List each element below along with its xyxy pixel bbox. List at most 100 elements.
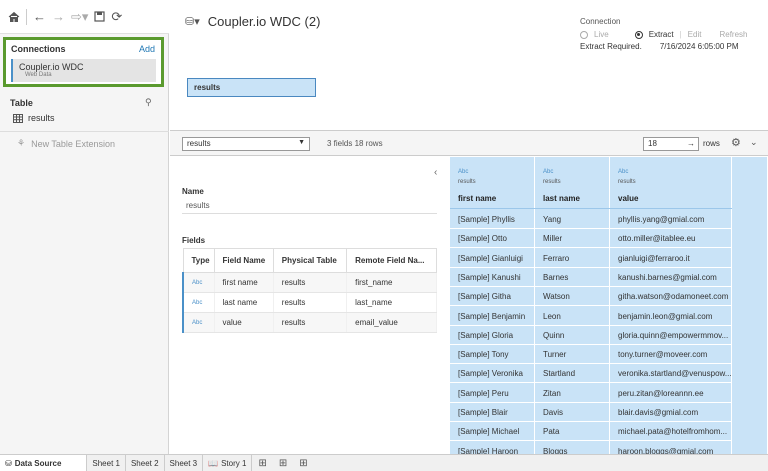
gear-icon[interactable]: ⚙ — [731, 136, 741, 149]
extension-icon: ⚘ — [17, 138, 26, 148]
toolbar: ← → ⇨▾ ⟳ — [0, 0, 169, 34]
grid-cell[interactable]: [Sample] Phyllis — [450, 210, 535, 229]
grid-cell[interactable]: otto.miller@itablee.eu — [610, 229, 732, 249]
grid-cell[interactable]: Leon — [535, 307, 610, 326]
grid-cell[interactable]: [Sample] Benjamin — [450, 307, 535, 326]
grid-cell[interactable]: [Sample] Veronika — [450, 364, 535, 384]
column-name: last name — [543, 194, 580, 203]
column-header[interactable]: Remote Field Na... — [346, 248, 437, 273]
column-header[interactable]: Type — [182, 248, 215, 273]
grid-cell[interactable]: [Sample] Gloria — [450, 326, 535, 345]
grid-empty-column — [732, 157, 768, 454]
grid-cell[interactable]: Zitan — [535, 384, 610, 403]
grid-cell[interactable]: Quinn — [535, 326, 610, 345]
grid-cell[interactable]: kanushi.barnes@gmial.com — [610, 268, 732, 287]
name-field[interactable]: results — [182, 199, 437, 214]
refresh-icon[interactable]: ⟳ — [111, 10, 122, 23]
collapse-icon[interactable]: ‹ — [434, 167, 437, 178]
tab-label: Sheet 2 — [130, 458, 159, 468]
grid-cell[interactable]: Startland — [535, 364, 610, 384]
database-icon[interactable]: ⛁▾ — [185, 15, 200, 28]
field-name[interactable]: first name — [214, 272, 274, 293]
field-type-icon: Abc — [181, 312, 215, 333]
search-icon[interactable]: ⚲ — [145, 97, 152, 108]
tab-sheet-1[interactable]: Sheet 1 — [87, 454, 126, 471]
grid-cell[interactable]: phyllis.yang@gmial.com — [610, 210, 732, 229]
grid-column-header[interactable]: Abc results value — [610, 157, 732, 209]
grid-cell[interactable]: veronika.startland@venuspow... — [610, 364, 732, 384]
grid-cell[interactable]: benjamin.leon@gmial.com — [610, 307, 732, 326]
rows-input[interactable]: 18 → — [643, 137, 699, 151]
grid-cell[interactable]: [Sample] Gianluigi — [450, 249, 535, 268]
new-dashboard-icon[interactable]: ⊞ — [273, 455, 293, 471]
grid-cell[interactable]: Ferraro — [535, 249, 610, 268]
forward-icon[interactable]: → — [52, 10, 65, 23]
live-label[interactable]: Live — [594, 30, 609, 39]
grid-cell[interactable]: [Sample] Haroon — [450, 442, 535, 454]
grid-cell[interactable]: tony.turner@moveer.com — [610, 345, 732, 365]
table-row[interactable]: Abc first name results first_name — [181, 272, 437, 293]
tab-sheet-3[interactable]: Sheet 3 — [165, 454, 204, 471]
tab-story-1[interactable]: 📖 Story 1 — [203, 454, 253, 471]
grid-cell[interactable]: Miller — [535, 229, 610, 249]
divider — [0, 131, 169, 132]
grid-cell[interactable]: [Sample] Kanushi — [450, 268, 535, 287]
grid-cell[interactable]: peru.zitan@loreannn.ee — [610, 384, 732, 403]
field-name[interactable]: value — [214, 312, 274, 333]
grid-cell[interactable]: [Sample] Peru — [450, 384, 535, 403]
extract-radio[interactable] — [634, 30, 643, 39]
column-header[interactable]: Physical Table — [272, 248, 348, 273]
tab-data-source[interactable]: ⛁ Data Source — [0, 454, 88, 471]
canvas-table-pill[interactable]: results — [187, 78, 316, 97]
new-story-icon[interactable]: ⊞ — [293, 455, 313, 471]
grid-cell[interactable]: Yang — [535, 210, 610, 229]
table-row[interactable]: Abc last name results last_name — [181, 292, 437, 313]
grid-cell[interactable]: [Sample] Otto — [450, 229, 535, 249]
grid-cell[interactable]: Watson — [535, 287, 610, 307]
grid-column: Abc results value phyllis.yang@gmial.com ott… — [610, 157, 732, 454]
grid-cell[interactable]: gianluigi@ferraroo.it — [610, 249, 732, 268]
new-sheet-icon[interactable]: ⊞ — [252, 455, 272, 471]
live-radio[interactable] — [580, 30, 588, 39]
grid-cell[interactable]: blair.davis@gmial.com — [610, 403, 732, 422]
tab-sheet-2[interactable]: Sheet 2 — [126, 454, 165, 471]
redo-icon[interactable]: ⇨▾ — [71, 10, 88, 23]
connection-item[interactable]: Coupler.io WDC Web Data — [11, 59, 156, 82]
add-connection-link[interactable]: Add — [139, 44, 155, 54]
edit-link[interactable]: Edit — [688, 30, 702, 39]
grid-cell[interactable]: Bloggs — [535, 442, 610, 454]
grid-cell[interactable]: githa.watson@odamoneet.com — [610, 287, 732, 307]
grid-cell[interactable]: Turner — [535, 345, 610, 365]
table-select-value: results — [187, 139, 211, 148]
field-type-icon: Abc — [543, 169, 554, 175]
back-icon[interactable]: ← — [33, 10, 46, 23]
grid-cell[interactable]: Barnes — [535, 268, 610, 287]
refresh-link[interactable]: Refresh — [719, 30, 747, 39]
grid-cell[interactable]: michael.pata@hotelfromhom... — [610, 422, 732, 442]
extract-label[interactable]: Extract — [649, 30, 674, 39]
table-row[interactable]: Abc value results email_value — [181, 312, 437, 333]
grid-cell[interactable]: Davis — [535, 403, 610, 422]
field-name[interactable]: last name — [214, 292, 274, 313]
home-icon[interactable] — [8, 11, 20, 23]
data-grid: Abc results first name [Sample] Phyllis [Sam… — [450, 157, 768, 454]
save-icon[interactable] — [94, 11, 106, 22]
chevron-down-icon[interactable]: ⌄ — [750, 137, 758, 148]
grid-column-header[interactable]: Abc results last name — [535, 157, 610, 209]
connection-mode-label: Connection — [580, 17, 621, 26]
grid-cell[interactable]: [Sample] Blair — [450, 403, 535, 422]
grid-cell[interactable]: [Sample] Tony — [450, 345, 535, 365]
table-select[interactable]: results ▼ — [182, 137, 310, 151]
table-item-results[interactable]: results — [13, 113, 55, 123]
grid-cell[interactable]: [Sample] Michael — [450, 422, 535, 442]
grid-cell[interactable]: gloria.quinn@empowermmov... — [610, 326, 732, 345]
arrow-right-icon[interactable]: → — [687, 139, 695, 148]
grid-cell[interactable]: haroon.bloggs@gmial.com — [610, 442, 732, 454]
datasource-title[interactable]: Coupler.io WDC (2) — [208, 14, 321, 29]
grid-cell[interactable]: [Sample] Githa — [450, 287, 535, 307]
column-header[interactable]: Field Name — [213, 248, 274, 273]
grid-column-header[interactable]: Abc results first name — [450, 157, 535, 209]
grid-cell[interactable]: Pata — [535, 422, 610, 442]
tab-label: Story 1 — [221, 458, 247, 468]
new-table-extension[interactable]: ⚘ New Table Extension — [17, 138, 115, 149]
